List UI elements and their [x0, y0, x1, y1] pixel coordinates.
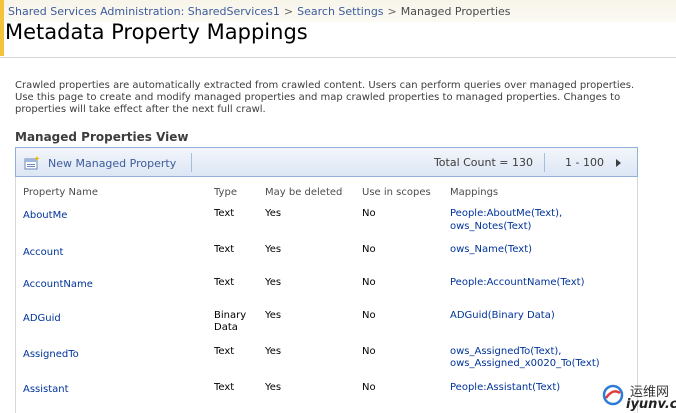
- property-type: Text: [214, 382, 235, 393]
- breadcrumb: Shared Services Administration: SharedSe…: [8, 5, 511, 18]
- property-type: Text: [214, 346, 235, 357]
- toolbar-separator: [191, 153, 192, 172]
- use-in-scopes-value: No: [362, 208, 376, 219]
- title-area: Shared Services Administration: SharedSe…: [0, 0, 676, 58]
- mapping-line[interactable]: ows_Name(Text): [450, 244, 532, 256]
- site-watermark: 运维网 iyunv.com: [600, 379, 676, 413]
- view-title: Managed Properties View: [15, 130, 189, 144]
- mapping-line[interactable]: ADGuid(Binary Data): [450, 310, 555, 322]
- mapping-line[interactable]: ows_Notes(Text): [450, 221, 531, 233]
- column-header-type[interactable]: Type: [214, 187, 237, 198]
- property-type: Data: [214, 322, 238, 333]
- new-managed-property-label: New Managed Property: [48, 156, 177, 170]
- may-be-deleted-value: Yes: [265, 208, 282, 219]
- toolbar-separator: [544, 153, 545, 172]
- table-row: AssignedTo Text Yes No ows_AssignedTo(Te…: [16, 346, 637, 376]
- new-item-icon: [24, 156, 40, 170]
- property-type: Binary: [214, 310, 247, 321]
- use-in-scopes-value: No: [362, 244, 376, 255]
- may-be-deleted-value: Yes: [265, 244, 282, 255]
- property-name-link[interactable]: AccountName: [23, 279, 93, 291]
- property-name-link[interactable]: ADGuid: [23, 313, 61, 325]
- watermark-logo-icon: [602, 384, 624, 406]
- may-be-deleted-value: Yes: [265, 382, 282, 393]
- column-header-use-in-scopes[interactable]: Use in scopes: [362, 187, 431, 198]
- new-managed-property-button[interactable]: New Managed Property: [24, 155, 176, 171]
- paging-range: 1 - 100: [565, 156, 604, 169]
- property-name-link[interactable]: AboutMe: [23, 210, 67, 222]
- property-name-link[interactable]: AssignedTo: [23, 349, 79, 361]
- use-in-scopes-value: No: [362, 277, 376, 288]
- may-be-deleted-value: Yes: [265, 346, 282, 357]
- property-type: Text: [214, 208, 235, 219]
- column-header-property-name[interactable]: Property Name: [23, 187, 98, 198]
- use-in-scopes-value: No: [362, 382, 376, 393]
- mapping-line[interactable]: People:Assistant(Text): [450, 382, 560, 394]
- breadcrumb-separator: >: [387, 5, 397, 18]
- may-be-deleted-value: Yes: [265, 277, 282, 288]
- mapping-line[interactable]: People:AboutMe(Text),: [450, 208, 562, 220]
- title-accent-bar: [0, 0, 4, 56]
- managed-properties-list: Property Name Type May be deleted Use in…: [15, 177, 638, 413]
- use-in-scopes-value: No: [362, 310, 376, 321]
- use-in-scopes-value: No: [362, 346, 376, 357]
- breadcrumb-separator: >: [283, 5, 294, 18]
- breadcrumb-link-search-settings[interactable]: Search Settings: [297, 5, 383, 18]
- watermark-domain: iyunv.com: [626, 397, 676, 412]
- property-name-link[interactable]: Account: [23, 247, 63, 259]
- page-title: Metadata Property Mappings: [5, 20, 308, 44]
- mapping-line[interactable]: ows_Assigned_x0020_To(Text): [450, 358, 600, 370]
- may-be-deleted-value: Yes: [265, 310, 282, 321]
- table-row: Assistant Text Yes No People:Assistant(T…: [16, 382, 637, 412]
- property-type: Text: [214, 244, 235, 255]
- breadcrumb-current: Managed Properties: [400, 5, 511, 18]
- table-row: AccountName Text Yes No People:AccountNa…: [16, 277, 637, 307]
- table-row: AboutMe Text Yes No People:AboutMe(Text)…: [16, 208, 637, 238]
- mapping-line[interactable]: People:AccountName(Text): [450, 277, 585, 289]
- table-row: Account Text Yes No ows_Name(Text): [16, 244, 637, 274]
- table-row: ADGuid Binary Data Yes No ADGuid(Binary …: [16, 310, 637, 340]
- page-description: Crawled properties are automatically ext…: [15, 80, 635, 115]
- column-header-may-be-deleted[interactable]: May be deleted: [265, 187, 342, 198]
- property-name-link[interactable]: Assistant: [23, 384, 69, 396]
- column-header-mappings[interactable]: Mappings: [450, 187, 498, 198]
- breadcrumb-link-ssp-admin[interactable]: Shared Services Administration: SharedSe…: [8, 5, 280, 18]
- total-count: Total Count = 130: [433, 156, 533, 169]
- list-toolbar: New Managed Property Total Count = 130 1…: [15, 147, 638, 177]
- property-type: Text: [214, 277, 235, 288]
- mapping-line[interactable]: ows_AssignedTo(Text),: [450, 346, 561, 358]
- next-page-arrow-icon[interactable]: [616, 159, 621, 167]
